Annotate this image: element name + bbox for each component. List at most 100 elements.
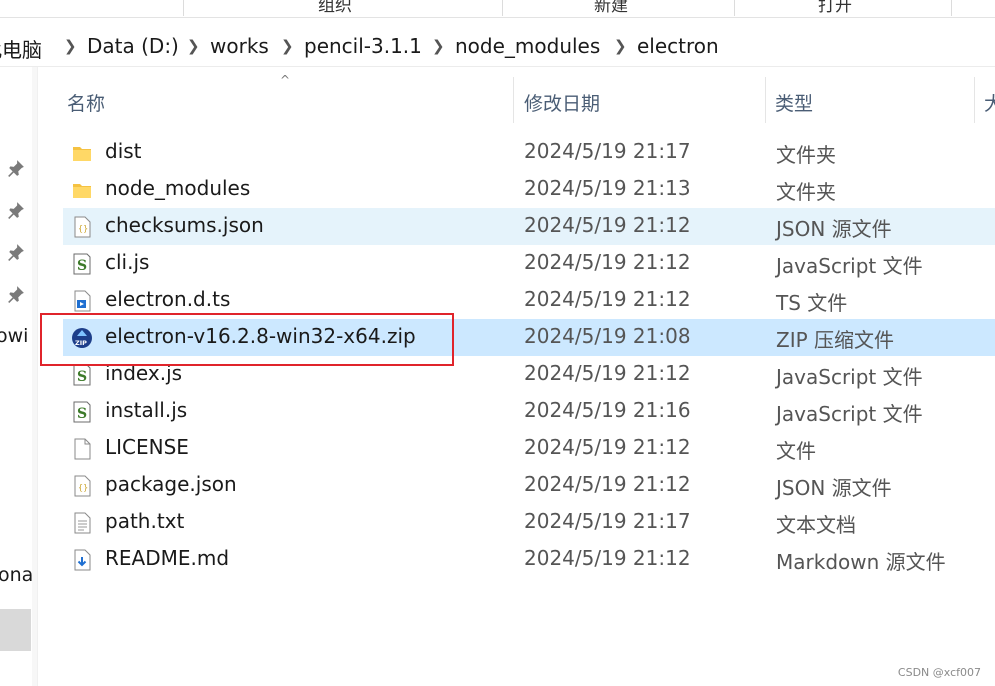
chevron-right-icon[interactable]: ❯ xyxy=(187,37,200,55)
pin-icon[interactable] xyxy=(7,201,25,219)
breadcrumb-works[interactable]: works xyxy=(210,34,269,58)
ribbon-divider xyxy=(502,0,503,16)
pin-icon[interactable] xyxy=(7,243,25,261)
folder-icon xyxy=(73,184,91,198)
ribbon-group-open[interactable]: 打开 xyxy=(818,0,852,16)
ribbon-divider xyxy=(951,0,952,16)
file-date: 2024/5/19 21:12 xyxy=(524,213,691,237)
column-header-type[interactable]: 类型 xyxy=(775,89,813,116)
file-date: 2024/5/19 21:16 xyxy=(524,398,691,422)
breadcrumb-drive[interactable]: Data (D:) xyxy=(87,34,179,58)
svg-text:{}: {} xyxy=(78,224,88,233)
file-type: ZIP 压缩文件 xyxy=(776,328,895,352)
file-date: 2024/5/19 21:12 xyxy=(524,472,691,496)
file-name: cli.js xyxy=(105,250,150,274)
file-date: 2024/5/19 21:08 xyxy=(524,324,691,348)
file-row-license[interactable]: LICENSE 2024/5/19 21:12 文件 xyxy=(63,430,995,467)
file-row-readme-md[interactable]: README.md 2024/5/19 21:12 Markdown 源文件 xyxy=(63,541,995,578)
file-name: path.txt xyxy=(105,509,185,533)
file-type: 文本文档 xyxy=(776,513,856,537)
file-name: dist xyxy=(105,139,142,163)
file-row-index-js[interactable]: S index.js 2024/5/19 21:12 JavaScript 文件 xyxy=(63,356,995,393)
svg-text:S: S xyxy=(77,406,87,422)
watermark: CSDN @xcf007 xyxy=(897,666,981,679)
ribbon: 组织 新建 打开 xyxy=(0,0,995,18)
nav-item-selected[interactable] xyxy=(0,609,31,651)
file-name: electron-v16.2.8-win32-x64.zip xyxy=(105,324,416,348)
chevron-right-icon[interactable]: ❯ xyxy=(281,37,294,55)
file-type: JavaScript 文件 xyxy=(776,402,923,426)
nav-item-downloads[interactable]: owi xyxy=(0,325,28,347)
ribbon-divider xyxy=(734,0,735,16)
column-header-bar: ^ 名称 修改日期 类型 大 xyxy=(38,67,995,123)
text-file-icon xyxy=(74,512,91,534)
address-bar[interactable]: 此电脑 ❯ Data (D:) ❯ works ❯ pencil-3.1.1 ❯… xyxy=(0,28,995,67)
file-date: 2024/5/19 21:17 xyxy=(524,509,691,533)
file-type: TS 文件 xyxy=(776,291,848,315)
js-file-icon: S xyxy=(73,364,91,386)
column-divider[interactable] xyxy=(765,77,766,123)
column-divider[interactable] xyxy=(974,77,975,123)
nav-scrollbar[interactable] xyxy=(32,67,37,686)
file-row-package-json[interactable]: {} package.json 2024/5/19 21:12 JSON 源文件 xyxy=(63,467,995,504)
pin-icon[interactable] xyxy=(7,285,25,303)
folder-icon xyxy=(73,147,91,161)
file-row-checksums-json[interactable]: {} checksums.json 2024/5/19 21:12 JSON 源… xyxy=(63,208,995,245)
markdown-file-icon xyxy=(74,549,91,571)
file-type: 文件夹 xyxy=(776,180,836,204)
file-name: checksums.json xyxy=(105,213,264,237)
file-date: 2024/5/19 21:12 xyxy=(524,287,691,311)
column-header-name[interactable]: 名称 xyxy=(67,89,105,116)
column-divider[interactable] xyxy=(513,77,514,123)
file-name: node_modules xyxy=(105,176,251,200)
blank-file-icon xyxy=(74,438,91,460)
js-file-icon: S xyxy=(73,401,91,423)
file-type: JavaScript 文件 xyxy=(776,254,923,278)
file-name: package.json xyxy=(105,472,237,496)
file-name: index.js xyxy=(105,361,183,385)
breadcrumb-node-modules[interactable]: node_modules xyxy=(455,34,600,58)
file-date: 2024/5/19 21:12 xyxy=(524,435,691,459)
file-row-path-txt[interactable]: path.txt 2024/5/19 21:17 文本文档 xyxy=(63,504,995,541)
file-row-electron-zip[interactable]: ZIP electron-v16.2.8-win32-x64.zip 2024/… xyxy=(63,319,995,356)
ribbon-divider xyxy=(183,0,184,16)
ribbon-group-new[interactable]: 新建 xyxy=(594,0,628,16)
file-date: 2024/5/19 21:13 xyxy=(524,176,691,200)
js-file-icon: S xyxy=(73,253,91,275)
file-name: LICENSE xyxy=(105,435,189,459)
file-type: JSON 源文件 xyxy=(776,476,892,500)
file-row-dist[interactable]: dist 2024/5/19 21:17 文件夹 xyxy=(63,134,995,171)
file-date: 2024/5/19 21:12 xyxy=(524,546,691,570)
ts-file-icon xyxy=(74,290,91,312)
file-row-cli-js[interactable]: S cli.js 2024/5/19 21:12 JavaScript 文件 xyxy=(63,245,995,282)
file-type: JSON 源文件 xyxy=(776,217,892,241)
json-file-icon: {} xyxy=(74,475,91,497)
file-name: README.md xyxy=(105,546,230,570)
nav-item-personal[interactable]: ona xyxy=(0,564,33,586)
file-date: 2024/5/19 21:12 xyxy=(524,361,691,385)
navigation-pane: owi ona xyxy=(0,67,38,686)
file-date: 2024/5/19 21:12 xyxy=(524,250,691,274)
chevron-right-icon[interactable]: ❯ xyxy=(64,37,77,55)
breadcrumb-this-pc[interactable]: 此电脑 xyxy=(0,34,42,63)
ribbon-group-organize[interactable]: 组织 xyxy=(318,0,352,16)
file-name: install.js xyxy=(105,398,188,422)
breadcrumb-pencil[interactable]: pencil-3.1.1 xyxy=(304,34,422,58)
column-header-date[interactable]: 修改日期 xyxy=(524,89,600,116)
file-type: 文件夹 xyxy=(776,143,836,167)
pin-icon[interactable] xyxy=(7,159,25,177)
svg-text:ZIP: ZIP xyxy=(75,339,87,347)
column-header-size[interactable]: 大 xyxy=(984,89,995,116)
file-row-node-modules[interactable]: node_modules 2024/5/19 21:13 文件夹 xyxy=(63,171,995,208)
file-row-install-js[interactable]: S install.js 2024/5/19 21:16 JavaScript … xyxy=(63,393,995,430)
svg-text:S: S xyxy=(77,258,87,274)
file-type: JavaScript 文件 xyxy=(776,365,923,389)
file-date: 2024/5/19 21:17 xyxy=(524,139,691,163)
file-row-electron-d-ts[interactable]: electron.d.ts 2024/5/19 21:12 TS 文件 xyxy=(63,282,995,319)
chevron-right-icon[interactable]: ❯ xyxy=(614,37,627,55)
zip-file-icon: ZIP xyxy=(72,328,92,348)
json-file-icon: {} xyxy=(74,216,91,238)
svg-text:S: S xyxy=(77,369,87,385)
breadcrumb-electron[interactable]: electron xyxy=(637,34,719,58)
chevron-right-icon[interactable]: ❯ xyxy=(432,37,445,55)
